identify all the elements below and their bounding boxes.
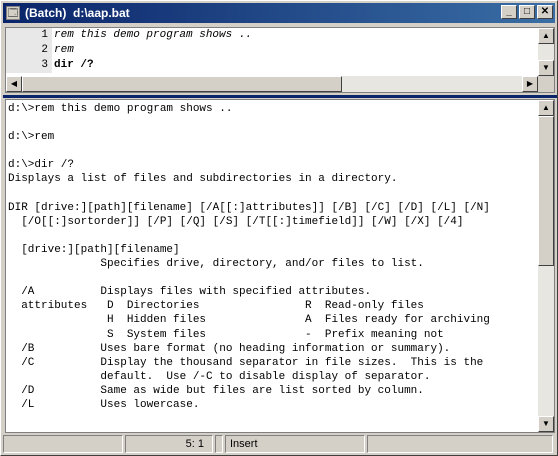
editor-vertical-scrollbar[interactable]: ▲ ▼	[538, 28, 554, 76]
close-button[interactable]: ✕	[537, 5, 553, 19]
pane-splitter[interactable]	[3, 95, 557, 98]
title-bar[interactable]: 🗔 (Batch) d:\aap.bat _ □ ✕	[3, 3, 555, 23]
minimize-button[interactable]: _	[501, 5, 517, 19]
scroll-up-icon[interactable]: ▲	[538, 28, 554, 44]
vertical-scroll-thumb[interactable]	[538, 116, 554, 266]
line-text[interactable]: rem this demo program shows ..	[52, 28, 252, 43]
editor-line[interactable]: 3 dir /?	[6, 58, 538, 73]
app-icon[interactable]: 🗔	[6, 6, 20, 20]
maximize-button[interactable]: □	[519, 5, 535, 19]
line-number: 1	[6, 28, 52, 43]
output-text: d:\>rem this demo program shows .. d:\>r…	[8, 103, 490, 411]
line-text[interactable]: rem	[52, 43, 74, 58]
scroll-right-icon[interactable]: ▶	[522, 76, 538, 92]
line-text[interactable]: dir /?	[52, 58, 94, 73]
status-panel	[367, 435, 553, 453]
status-panel	[215, 435, 223, 453]
edit-mode: Insert	[225, 435, 365, 453]
source-editor[interactable]: 1 rem this demo program shows .. 2 rem 3…	[5, 27, 555, 93]
batch-window: 🗔 (Batch) d:\aap.bat _ □ ✕ 1 rem this de…	[0, 0, 558, 456]
output-vertical-scrollbar[interactable]: ▲ ▼	[538, 100, 554, 432]
editor-horizontal-scrollbar[interactable]: ◀ ▶	[6, 76, 538, 92]
editor-lines[interactable]: 1 rem this demo program shows .. 2 rem 3…	[6, 28, 538, 76]
line-number: 2	[6, 43, 52, 58]
editor-line[interactable]: 2 rem	[6, 43, 538, 58]
horizontal-scroll-thumb[interactable]	[22, 76, 342, 92]
scroll-left-icon[interactable]: ◀	[6, 76, 22, 92]
scroll-corner	[538, 76, 554, 92]
status-bar: 5: 1 Insert	[3, 435, 557, 455]
status-panel	[3, 435, 123, 453]
scroll-down-icon[interactable]: ▼	[538, 60, 554, 76]
window-controls: _ □ ✕	[499, 5, 553, 19]
cursor-position: 5: 1	[125, 435, 213, 453]
output-pane[interactable]: d:\>rem this demo program shows .. d:\>r…	[5, 99, 555, 433]
editor-line[interactable]: 1 rem this demo program shows ..	[6, 28, 538, 43]
line-number: 3	[6, 58, 52, 73]
scroll-up-icon[interactable]: ▲	[538, 100, 554, 116]
window-title: (Batch) d:\aap.bat	[25, 6, 130, 20]
scroll-down-icon[interactable]: ▼	[538, 416, 554, 432]
